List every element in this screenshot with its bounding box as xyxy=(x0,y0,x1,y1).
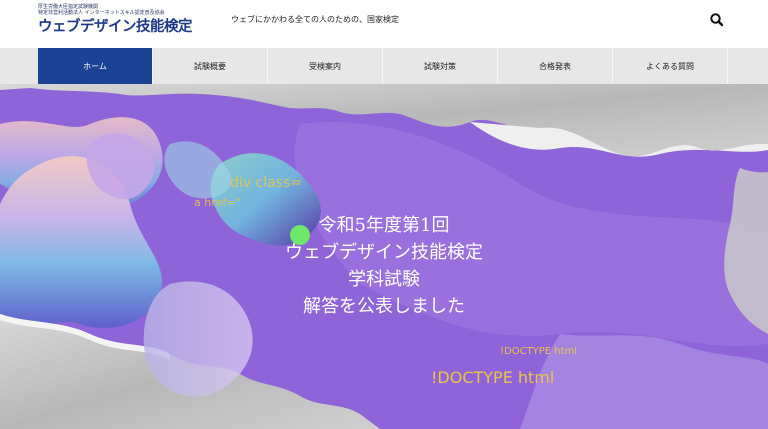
decorative-code-text: a href=" xyxy=(194,196,241,209)
hero-line: 令和5年度第1回 xyxy=(318,215,450,236)
site-tagline: ウェブにかかわる全ての人のための、国家検定 xyxy=(231,15,399,24)
nav-item-home[interactable]: ホーム xyxy=(38,48,153,84)
nav-item-guide[interactable]: 受検案内 xyxy=(268,48,383,84)
hero-line: 学科試験 xyxy=(348,269,420,290)
hero-line: ウェブデザイン技能検定 xyxy=(285,242,483,263)
hero-banner[interactable]: div class= a href=" 令和5年度第1回 ウェブデザイン技能検定… xyxy=(0,84,768,429)
nav-item-prep[interactable]: 試験対策 xyxy=(383,48,498,84)
site-logo[interactable]: 厚生労働大臣指定試験機関 特定非営利活動法人 インターネットスキル認定普及協会 … xyxy=(38,4,218,42)
decorative-code-text: !DOCTYPE html xyxy=(431,368,555,387)
nav-item-faq[interactable]: よくある質問 xyxy=(613,48,728,84)
logo-org-line: 特定非営利活動法人 インターネットスキル認定普及協会 xyxy=(38,10,165,16)
nav-item-results[interactable]: 合格発表 xyxy=(498,48,613,84)
decorative-code-text: div class= xyxy=(230,175,302,191)
hero-line: 解答を公表しました xyxy=(303,296,465,317)
search-icon xyxy=(710,13,724,27)
nav-item-overview[interactable]: 試験概要 xyxy=(153,48,268,84)
global-nav: ホーム 試験概要 受検案内 試験対策 合格発表 よくある質問 xyxy=(0,48,768,84)
nav-spacer xyxy=(728,48,768,84)
site-header: 厚生労働大臣指定試験機関 特定非営利活動法人 インターネットスキル認定普及協会 … xyxy=(0,0,768,48)
hero-headline: 令和5年度第1回 ウェブデザイン技能検定 学科試験 解答を公表しました xyxy=(224,212,544,320)
decorative-code-text: !DOCTYPE html xyxy=(500,346,578,357)
nav-spacer xyxy=(0,48,38,84)
search-button[interactable] xyxy=(708,11,726,29)
logo-title: ウェブデザイン技能検定 xyxy=(38,19,193,35)
